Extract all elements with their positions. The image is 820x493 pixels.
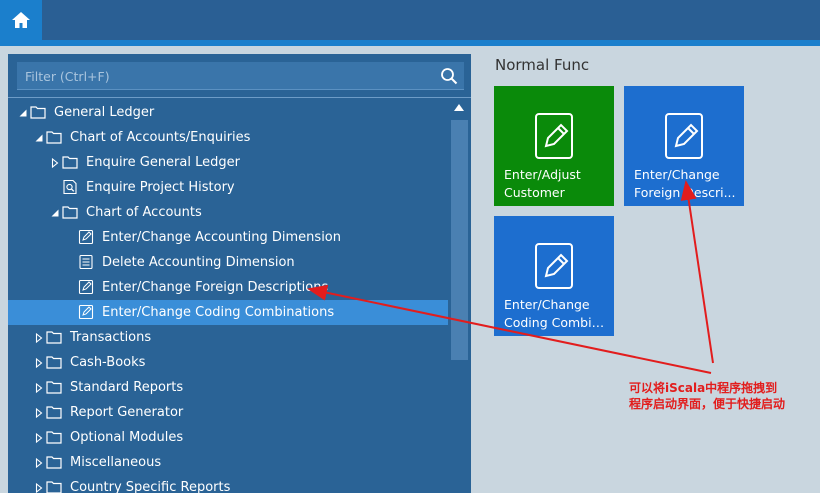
tree-item[interactable]: Delete Accounting Dimension — [8, 250, 448, 275]
tree-item[interactable]: Enquire Project History — [8, 175, 448, 200]
function-tile[interactable]: Enter/Adjust Customer — [494, 86, 614, 206]
tree-item-label: Enquire Project History — [86, 180, 235, 195]
tile-label: Enter/Change Foreign Descri... — [634, 166, 740, 202]
scroll-thumb[interactable] — [451, 120, 468, 360]
tree-item-label: Enquire General Ledger — [86, 155, 240, 170]
folder-icon — [62, 154, 78, 170]
expand-caret-icon[interactable] — [34, 432, 44, 444]
magnifier-doc-icon — [62, 179, 78, 195]
tree-item-label: Standard Reports — [70, 380, 184, 395]
tile-label: Enter/Change Coding Combin... — [504, 296, 610, 332]
navigation-panel: General Ledger Chart of Accounts/Enquirie… — [8, 54, 471, 493]
tree-item-label: Chart of Accounts/Enquiries — [70, 130, 251, 145]
tree-item-label: Optional Modules — [70, 430, 184, 445]
expand-caret-icon[interactable] — [34, 357, 44, 369]
folder-icon — [46, 379, 62, 395]
scroll-up-arrow[interactable] — [454, 104, 464, 111]
filter-box — [17, 62, 464, 90]
tile-label-line: Enter/Adjust — [504, 167, 581, 182]
tree-item-label: Miscellaneous — [70, 455, 162, 470]
collapse-caret-icon[interactable] — [34, 132, 44, 142]
home-button[interactable] — [0, 0, 42, 40]
expand-caret-icon[interactable] — [34, 332, 44, 344]
annotation-line-1: 可以将iScala中程序拖拽到 — [629, 381, 778, 395]
tree-item[interactable]: Chart of Accounts — [8, 200, 448, 225]
tree-item[interactable]: Chart of Accounts/Enquiries — [8, 125, 448, 150]
tile-label-line: Enter/Change — [634, 167, 720, 182]
tree-item-label: Report Generator — [70, 405, 184, 420]
tree-item-label: Enter/Change Accounting Dimension — [102, 230, 342, 245]
expand-caret-icon[interactable] — [34, 382, 44, 394]
normal-func-title: Normal Func — [495, 56, 590, 74]
filter-divider — [8, 97, 471, 98]
tree-item-label: Transactions — [70, 330, 152, 345]
edit-doc-icon — [78, 279, 94, 295]
collapse-caret-icon[interactable] — [50, 207, 60, 217]
folder-icon — [46, 454, 62, 470]
tree-item[interactable]: Enter/Change Coding Combinations — [8, 300, 448, 325]
function-tile[interactable]: Enter/Change Foreign Descri... — [624, 86, 744, 206]
tile-label-line: Foreign Descri... — [634, 185, 736, 200]
filter-input[interactable] — [17, 62, 427, 90]
expand-caret-icon[interactable] — [34, 457, 44, 469]
tree-item-label: General Ledger — [54, 105, 155, 120]
accent-line — [0, 40, 820, 46]
tree-item-label: Country Specific Reports — [70, 480, 231, 493]
arrow-to-tile — [680, 180, 714, 364]
tree-item[interactable]: Enter/Change Accounting Dimension — [8, 225, 448, 250]
folder-icon — [62, 204, 78, 220]
tree-item[interactable]: General Ledger — [8, 100, 448, 125]
tree-item-label: Enter/Change Coding Combinations — [102, 305, 335, 320]
folder-icon — [30, 104, 46, 120]
tree-item-label: Delete Accounting Dimension — [102, 255, 295, 270]
tile-label: Enter/Adjust Customer — [504, 166, 610, 202]
edit-doc-icon — [534, 242, 574, 290]
annotation-line-2: 程序启动界面，便于快捷启动 — [629, 397, 786, 411]
tree-item[interactable]: Report Generator — [8, 400, 448, 425]
tree-item-label: Enter/Change Foreign Descriptions — [102, 280, 329, 295]
folder-icon — [46, 404, 62, 420]
search-icon[interactable] — [440, 67, 458, 85]
annotation-text: 可以将iScala中程序拖拽到 程序启动界面，便于快捷启动 — [629, 380, 785, 412]
tree-item[interactable]: Transactions — [8, 325, 448, 350]
tree-item[interactable]: Optional Modules — [8, 425, 448, 450]
function-tile[interactable]: Enter/Change Coding Combin... — [494, 216, 614, 336]
edit-doc-icon — [78, 304, 94, 320]
edit-doc-icon — [78, 229, 94, 245]
tree-item[interactable]: Enquire General Ledger — [8, 150, 448, 175]
home-icon — [12, 12, 30, 28]
folder-icon — [46, 479, 62, 493]
edit-doc-icon — [664, 112, 704, 160]
tree-item[interactable]: Cash-Books — [8, 350, 448, 375]
tree-item[interactable]: Enter/Change Foreign Descriptions — [8, 275, 448, 300]
tile-label-line: Enter/Change — [504, 297, 590, 312]
tile-label-line: Coding Combin... — [504, 315, 610, 330]
tile-label-line: Customer — [504, 185, 565, 200]
list-doc-icon — [78, 254, 94, 270]
top-bar — [0, 0, 820, 40]
expand-caret-icon[interactable] — [34, 407, 44, 419]
tree-item-label: Chart of Accounts — [86, 205, 202, 220]
tree-scrollbar[interactable] — [451, 104, 468, 360]
tree-item[interactable]: Standard Reports — [8, 375, 448, 400]
edit-doc-icon — [534, 112, 574, 160]
expand-caret-icon[interactable] — [34, 482, 44, 493]
tree-item[interactable]: Country Specific Reports — [8, 475, 448, 493]
folder-icon — [46, 129, 62, 145]
folder-icon — [46, 329, 62, 345]
tree-item[interactable]: Miscellaneous — [8, 450, 448, 475]
tree-item-label: Cash-Books — [70, 355, 146, 370]
folder-icon — [46, 429, 62, 445]
folder-icon — [46, 354, 62, 370]
expand-caret-icon[interactable] — [50, 157, 60, 169]
collapse-caret-icon[interactable] — [18, 107, 28, 117]
